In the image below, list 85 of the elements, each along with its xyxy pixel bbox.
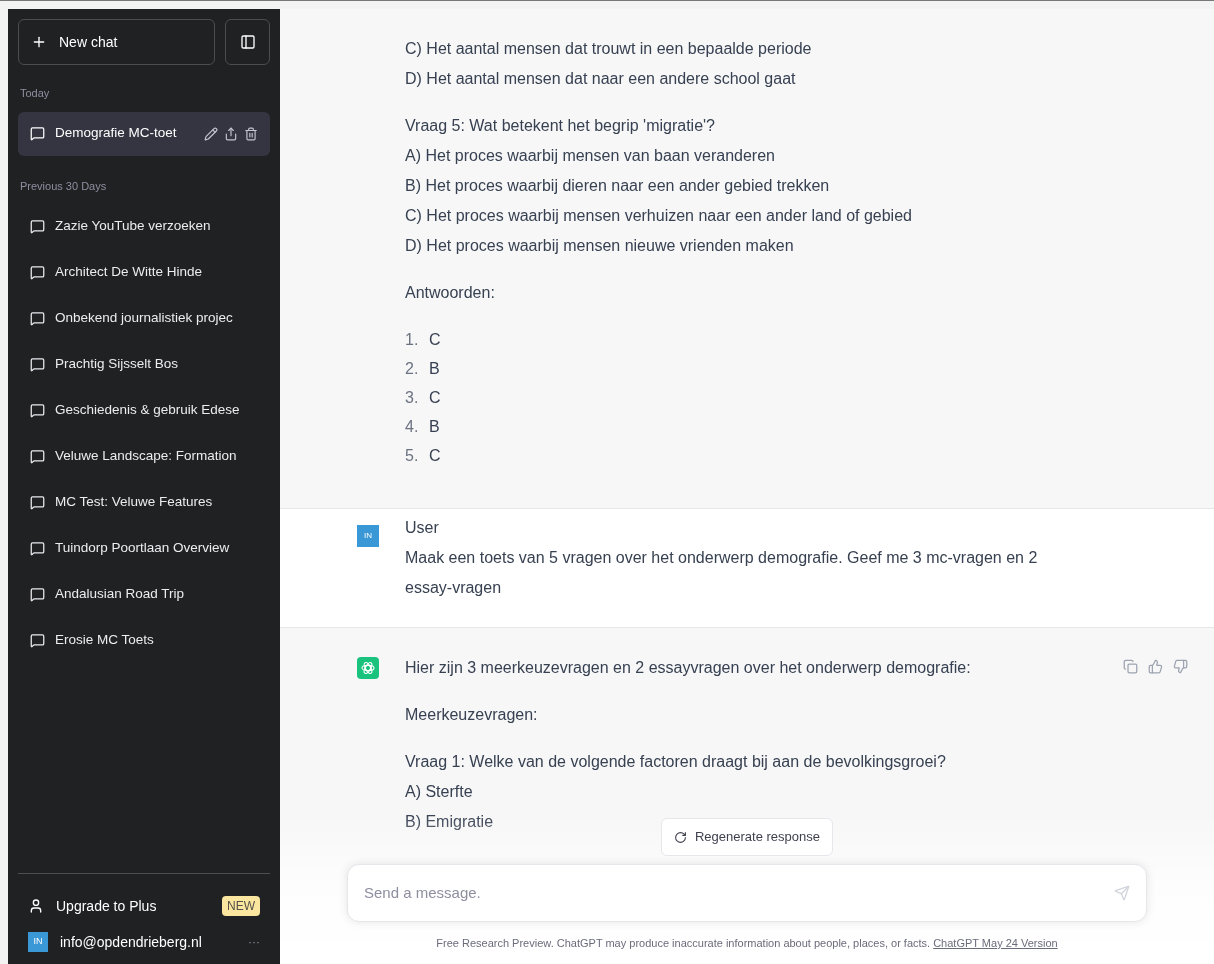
chat-title: Onbekend journalistiek projec [55, 308, 234, 327]
refresh-icon [674, 830, 687, 844]
upgrade-label: Upgrade to Plus [56, 896, 158, 916]
more-options[interactable]: ··· [248, 933, 260, 951]
list-number: 2. [405, 359, 420, 379]
thumbs-down-icon[interactable] [1173, 659, 1188, 674]
chat-title: Prachtig Sijsselt Bos [55, 354, 180, 373]
account-email: info@opdendrieberg.nl [60, 932, 203, 952]
upgrade-button[interactable]: Upgrade to Plus NEW [18, 888, 270, 924]
user-avatar: IN [357, 525, 379, 547]
thumbs-up-icon[interactable] [1148, 659, 1163, 674]
message-text: D) Het proces waarbij mensen nieuwe vrienden maken [405, 236, 794, 256]
regenerate-button[interactable]: Regenerate response [661, 818, 833, 856]
chat-title: Geschiedenis & gebruik Edese [55, 400, 241, 419]
chat-history-item[interactable]: Architect De Witte Hinde [18, 250, 270, 294]
list-number: 3. [405, 388, 420, 408]
message-text: C) Het proces waarbij mensen verhuizen naar een ander land of gebied [405, 206, 912, 226]
chat-history-item[interactable]: Zazie YouTube verzoeken [18, 204, 270, 248]
chat-history-item[interactable]: Geschiedenis & gebruik Edese [18, 388, 270, 432]
new-badge: NEW [222, 896, 260, 916]
chat-bubble-icon [30, 356, 45, 372]
chat-bubble-icon [30, 126, 45, 141]
message-text: Hier zijn 3 meerkeuzevragen en 2 essayvragen over het onderwerp demografie: [405, 658, 971, 678]
account-button[interactable]: IN info@opdendrieberg.nl ··· [18, 924, 270, 960]
version-link[interactable]: ChatGPT May 24 Version [933, 934, 1058, 952]
chat-bubble-icon [30, 494, 45, 510]
chat-history-item[interactable]: Veluwe Landscape: Formation [18, 434, 270, 478]
chat-title: Tuindorp Poortlaan Overview [55, 538, 231, 557]
trash-icon[interactable] [244, 126, 258, 141]
chat-bubble-icon [30, 402, 45, 418]
chat-bubble-icon [30, 540, 45, 556]
list-item-text: C [429, 446, 441, 466]
chat-title: MC Test: Veluwe Features [55, 492, 214, 511]
chat-title: Erosie MC Toets [55, 630, 155, 649]
list-number: 4. [405, 417, 420, 437]
message-text: Vraag 5: Wat betekent het begrip 'migratie'? [405, 116, 715, 136]
list-item-text: C [429, 330, 441, 350]
account-avatar: IN [28, 932, 48, 952]
author-name: User [405, 518, 439, 538]
chat-history-item[interactable]: Andalusian Road Trip [18, 572, 270, 616]
disclaimer-text: Free Research Preview. ChatGPT may produce inaccurate information about people, places, or facts. [436, 935, 931, 951]
message-text: Maak een toets van 5 vragen over het onderwerp demografie. Geef me 3 mc-vragen en 2 essay-vragen [405, 548, 1039, 598]
message-text: A) Het proces waarbij mensen van baan veranderen [405, 146, 775, 166]
chat-bubble-icon [30, 218, 45, 234]
list-item-text: B [429, 359, 440, 379]
message-text: Antwoorden: [405, 283, 495, 303]
chat-bubble-icon [30, 448, 45, 464]
chat-history-item[interactable]: MC Test: Veluwe Features [18, 480, 270, 524]
section-heading: Previous 30 Days [19, 178, 108, 194]
chat-bubble-icon [30, 264, 45, 280]
chat-history-item[interactable]: Tuindorp Poortlaan Overview [18, 526, 270, 570]
chat-title: Zazie YouTube verzoeken [55, 216, 212, 235]
chat-history-item[interactable]: Demografie MC-toet [18, 111, 270, 156]
message-text: D) Het aantal mensen dat naar een andere school gaat [405, 69, 796, 89]
list-item-text: C [429, 388, 441, 408]
chat-title: Demografie MC-toet [55, 124, 178, 143]
new-chat-button[interactable]: New chat [18, 19, 215, 65]
chat-title: Veluwe Landscape: Formation [55, 446, 238, 465]
chat-history-item[interactable]: Erosie MC Toets [18, 618, 270, 662]
chat-bubble-icon [30, 632, 45, 648]
bot-avatar-icon [357, 657, 379, 679]
share-icon[interactable] [224, 126, 238, 141]
panel-icon [239, 34, 256, 50]
list-number: 1. [405, 330, 420, 350]
plus-icon [31, 34, 47, 50]
message-text: Vraag 1: Welke van de volgende factoren draagt bij aan de bevolkingsgroei? [405, 752, 946, 772]
message-text: Meerkeuzevragen: [405, 705, 538, 725]
chat-bubble-icon [30, 310, 45, 326]
chat-bubble-icon [30, 586, 45, 602]
chat-title: Andalusian Road Trip [55, 584, 186, 603]
chat-history-item[interactable]: Prachtig Sijsselt Bos [18, 342, 270, 386]
message-text: B) Het proces waarbij dieren naar een ander gebied trekken [405, 176, 830, 196]
message-input-field[interactable]: Send a message. [364, 881, 1114, 905]
sidebar-toggle-button[interactable] [225, 19, 270, 65]
message-text: B) Emigratie [405, 812, 494, 832]
section-heading: Today [19, 86, 51, 101]
list-number: 5. [405, 446, 420, 466]
chat-history-item[interactable]: Onbekend journalistiek projec [18, 296, 270, 340]
pencil-icon[interactable] [204, 126, 218, 141]
list-item-text: B [429, 417, 440, 437]
message-composer[interactable]: Send a message. [347, 864, 1147, 922]
chat-title: Architect De Witte Hinde [55, 262, 204, 281]
message-text: C) Het aantal mensen dat trouwt in een bepaalde periode [405, 39, 812, 59]
person-icon [28, 898, 44, 914]
message-text: A) Sterfte [405, 782, 473, 802]
